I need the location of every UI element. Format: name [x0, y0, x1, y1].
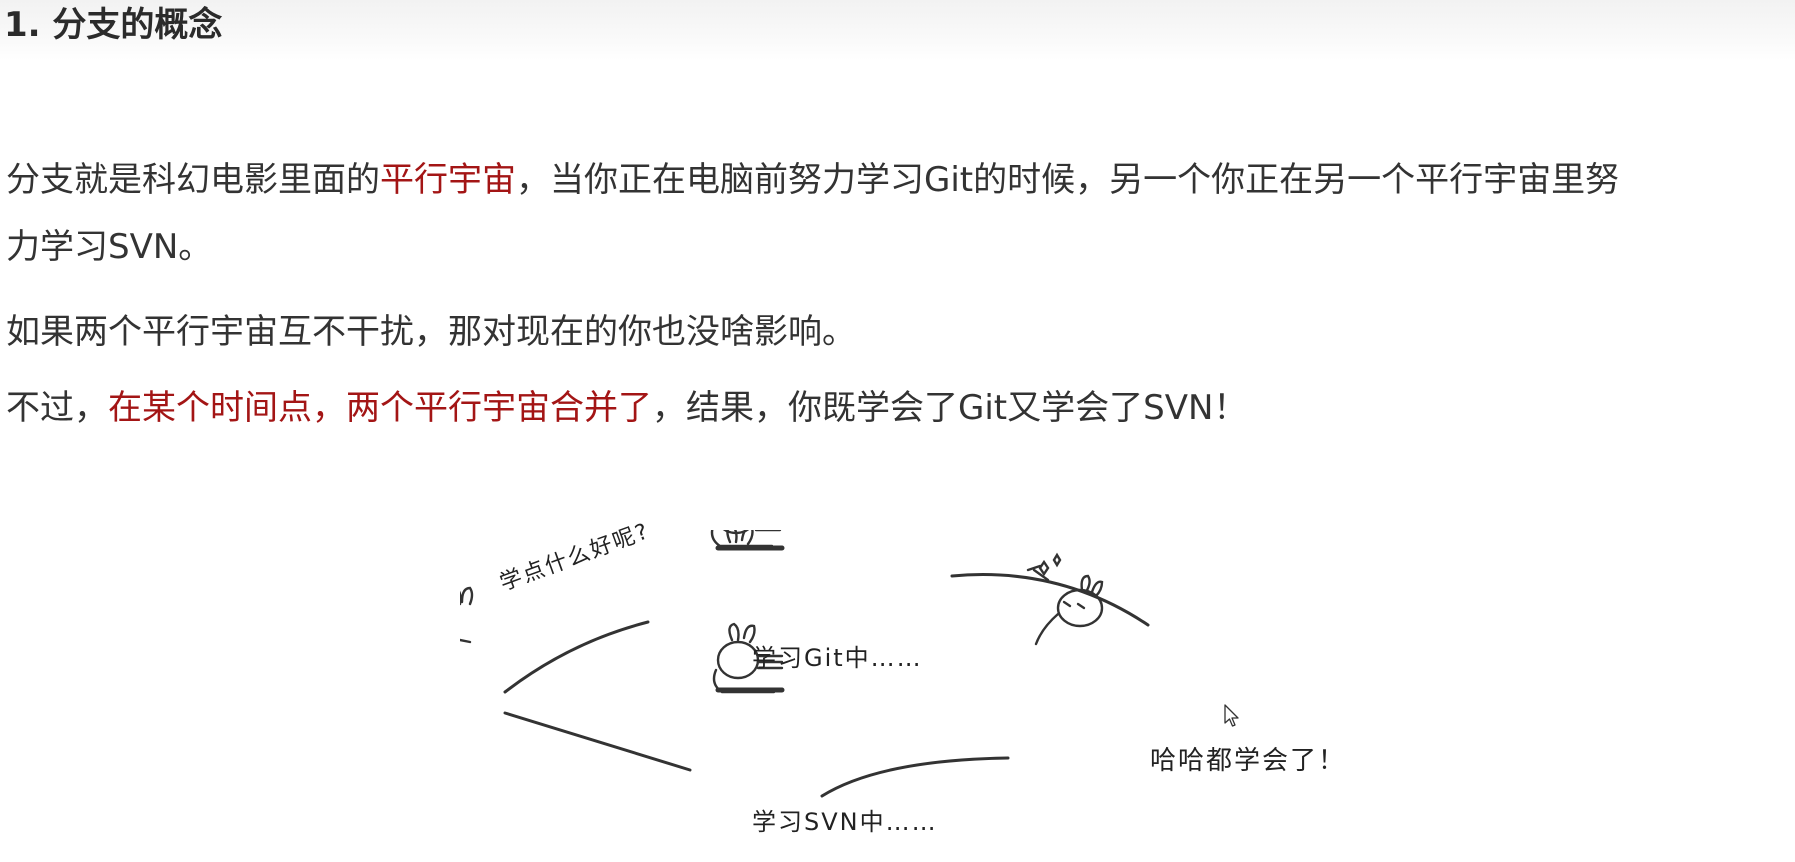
branch-line-top-left [503, 620, 650, 694]
paragraph-3-highlight: 在某个时间点，两个平行宇宙合并了 [108, 388, 652, 428]
paragraph-1-text-before: 分支就是科幻电影里面的 [6, 160, 380, 200]
mouse-pointer-icon [1224, 704, 1239, 727]
rabbit-studying-git-icon [710, 495, 785, 551]
paragraph-1-line-1: 分支就是科幻电影里面的平行宇宙，当你正在电脑前努力学习Git的时候，另一个你正在… [6, 156, 1619, 204]
merge-line-bottom-right [820, 756, 1010, 798]
paragraph-1-highlight: 平行宇宙 [380, 160, 516, 200]
rabbit-start-icon [408, 586, 474, 645]
merged-label: 哈哈都学会了！ [1150, 746, 1347, 776]
rabbit-happy-icon [1026, 552, 1104, 646]
heading-band [0, 0, 1795, 60]
section-heading: 1. 分支的概念 [4, 5, 223, 45]
branch-line-bottom-left [503, 711, 692, 772]
paragraph-3: 不过，在某个时间点，两个平行宇宙合并了，结果，你既学会了Git又学会了SVN！ [6, 384, 1247, 432]
branch-merge-illustration: 学点什么好呢? 学习Git中…… 学习SVN中…… 哈哈都学会了！ [408, 495, 1380, 858]
paragraph-3-text-after: ，结果，你既学会了Git又学会了SVN！ [652, 388, 1248, 428]
svn-label: 学习SVN中…… [752, 808, 938, 836]
paragraph-3-text-before: 不过， [6, 388, 108, 428]
git-label: 学习Git中…… [752, 644, 923, 672]
paragraph-2: 如果两个平行宇宙互不干扰，那对现在的你也没啥影响。 [6, 312, 856, 352]
merge-line-top-right [950, 573, 1150, 627]
paragraph-1-text-after: ，当你正在电脑前努力学习Git的时候，另一个你正在另一个平行宇宙里努 [516, 160, 1620, 200]
paragraph-1-line-2: 力学习SVN。 [6, 227, 213, 267]
